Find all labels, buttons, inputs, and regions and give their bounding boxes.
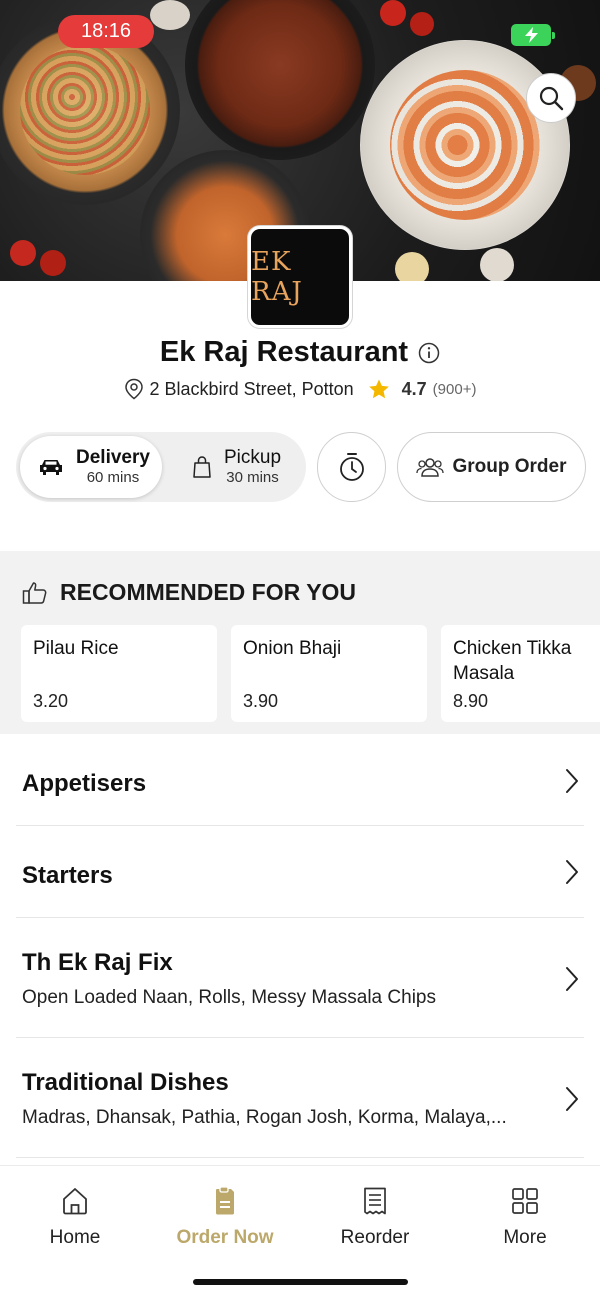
nav-label: Home	[49, 1227, 101, 1248]
garlic-decoration	[480, 248, 514, 281]
menu-category-row[interactable]: Traditional Dishes Madras, Dhansak, Path…	[16, 1038, 584, 1158]
thumbs-up-icon	[22, 581, 47, 604]
car-icon	[40, 460, 62, 475]
group-icon	[416, 458, 445, 477]
rating-count: (900+)	[432, 380, 477, 398]
menu-category-row[interactable]: Starters	[16, 826, 584, 918]
tomato-decoration	[40, 250, 66, 276]
group-order-button[interactable]: Group Order	[397, 432, 586, 502]
home-icon	[63, 1188, 87, 1215]
prawns-plate-image	[360, 40, 570, 250]
order-icon	[216, 1186, 234, 1215]
restaurant-name-row: Ek Raj Restaurant	[0, 336, 600, 369]
nav-item-home[interactable]: Home	[0, 1186, 150, 1249]
nav-item-order-now[interactable]: Order Now	[150, 1186, 300, 1249]
search-button[interactable]	[526, 73, 576, 123]
restaurant-logo: EK RAJ	[248, 226, 352, 328]
category-title: Starters	[22, 862, 113, 889]
info-icon[interactable]	[418, 342, 440, 364]
recommended-item-card[interactable]: Chicken Tikka Masala 8.90	[441, 625, 600, 722]
chevron-right-icon	[566, 860, 578, 884]
star-icon	[368, 379, 389, 399]
search-icon	[539, 86, 564, 111]
recommended-item-name: Pilau Rice	[33, 638, 119, 659]
nav-label: Order Now	[176, 1227, 274, 1248]
logo-text: EK RAJ	[251, 247, 303, 307]
pickup-time: 30 mins	[226, 469, 279, 487]
chevron-right-icon	[566, 967, 578, 991]
chevron-right-icon	[566, 1087, 578, 1111]
garlic-decoration	[150, 0, 190, 30]
recommended-item-card[interactable]: Pilau Rice 3.20	[21, 625, 217, 722]
category-title: Th Ek Raj Fix	[22, 949, 173, 976]
restaurant-name: Ek Raj Restaurant	[159, 336, 409, 368]
sauce-bowl-decoration	[395, 252, 429, 281]
tomato-decoration	[10, 240, 36, 266]
category-title: Traditional Dishes	[22, 1069, 229, 1096]
pickup-label: Pickup	[224, 446, 282, 468]
status-time: 18:16	[58, 15, 154, 48]
restaurant-address: 2 Blackbird Street, Potton	[149, 378, 354, 399]
grid-icon	[512, 1188, 538, 1214]
menu-category-row[interactable]: Th Ek Raj Fix Open Loaded Naan, Rolls, M…	[16, 918, 584, 1038]
category-title: Appetisers	[22, 770, 147, 797]
nav-label: More	[503, 1227, 547, 1248]
category-description: Open Loaded Naan, Rolls, Messy Massala C…	[22, 987, 436, 1008]
nav-label: Reorder	[340, 1227, 410, 1248]
recommended-item-price: 8.90	[453, 691, 489, 711]
order-mode-toggle: Delivery 60 mins Pickup 30 mins	[16, 432, 306, 502]
tomato-decoration	[380, 0, 406, 26]
delivery-time: 60 mins	[86, 469, 140, 487]
shopping-bag-icon	[193, 456, 211, 478]
location-pin-icon	[124, 378, 143, 400]
category-description: Madras, Dhansak, Pathia, Rogan Josh, Kor…	[22, 1107, 507, 1128]
receipt-icon	[364, 1187, 386, 1215]
recommended-title: RECOMMENDED FOR YOU	[60, 579, 357, 605]
chevron-right-icon	[566, 769, 578, 793]
chicken-plate-image	[185, 0, 375, 160]
recommended-section: RECOMMENDED FOR YOU Pilau Rice 3.20 Onio…	[0, 551, 600, 734]
nav-item-reorder[interactable]: Reorder	[300, 1186, 450, 1249]
pickup-option[interactable]: Pickup 30 mins	[174, 436, 302, 498]
schedule-button[interactable]	[317, 432, 386, 502]
nav-item-more[interactable]: More	[450, 1186, 600, 1249]
battery-icon	[511, 24, 555, 46]
timer-icon	[339, 453, 364, 481]
recommended-item-name: Onion Bhaji	[243, 638, 342, 659]
group-order-label: Group Order	[452, 456, 567, 477]
delivery-label: Delivery	[76, 446, 150, 468]
tomato-decoration	[410, 12, 434, 36]
delivery-option[interactable]: Delivery 60 mins	[20, 436, 162, 498]
recommended-item-card[interactable]: Onion Bhaji 3.90	[231, 625, 427, 722]
recommended-item-price: 3.90	[243, 691, 279, 711]
recommended-heading: RECOMMENDED FOR YOU	[22, 579, 356, 606]
rating-value: 4.7	[401, 378, 427, 399]
menu-category-row[interactable]: Appetisers	[16, 734, 584, 826]
address-row: 2 Blackbird Street, Potton 4.7 (900+)	[0, 378, 600, 400]
recommended-item-price: 3.20	[33, 691, 69, 711]
home-indicator	[193, 1279, 408, 1285]
recommended-item-name: Chicken Tikka Masala	[453, 638, 572, 684]
